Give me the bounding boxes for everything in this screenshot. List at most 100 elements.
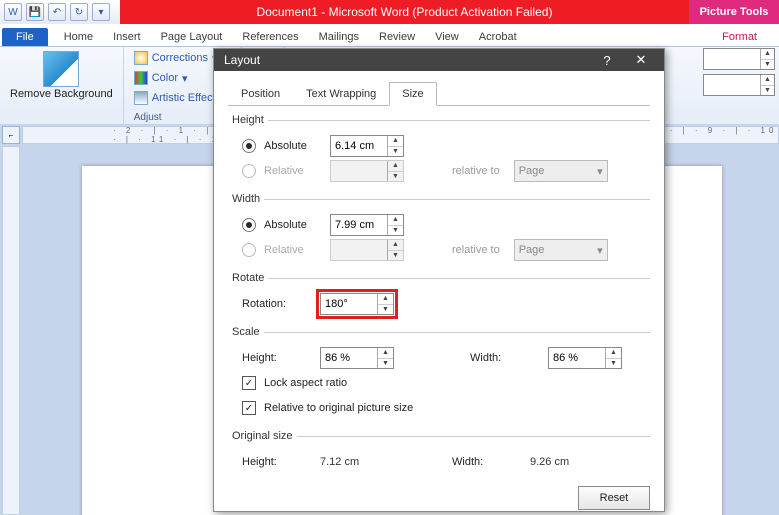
- undo-icon[interactable]: ↶: [48, 3, 66, 21]
- dialog-titlebar: Layout ? ✕: [214, 49, 664, 71]
- color-button[interactable]: Color ▾: [134, 71, 188, 85]
- ribbon-tabs: File Home Insert Page Layout References …: [0, 24, 779, 47]
- width-group: Width Absolute ▲▼ Relative ▲▼ relative t…: [228, 193, 650, 266]
- chevron-down-icon: ▾: [597, 165, 603, 178]
- scale-height-input[interactable]: [321, 348, 377, 368]
- width-relative-to-value: Page: [519, 244, 545, 256]
- vertical-ruler[interactable]: [2, 146, 20, 515]
- spin-down-icon: ▼: [388, 172, 403, 182]
- chevron-down-icon: ▾: [182, 72, 188, 85]
- tab-mailings[interactable]: Mailings: [309, 28, 369, 46]
- corrections-label: Corrections: [152, 52, 208, 64]
- help-button[interactable]: ?: [590, 49, 624, 71]
- redo-icon[interactable]: ↻: [70, 3, 88, 21]
- height-absolute-radio[interactable]: [242, 139, 256, 153]
- height-relative-spinner: ▲▼: [330, 160, 404, 182]
- tab-size[interactable]: Size: [389, 82, 436, 106]
- rotation-spinner[interactable]: ▲▼: [320, 293, 394, 315]
- spin-down-icon[interactable]: ▼: [606, 359, 621, 369]
- width-absolute-input[interactable]: [331, 215, 387, 235]
- lock-aspect-ratio-label: Lock aspect ratio: [264, 377, 347, 389]
- spin-up-icon[interactable]: ▲: [606, 348, 621, 359]
- spin-up-icon[interactable]: ▲: [388, 136, 403, 147]
- tab-view[interactable]: View: [425, 28, 469, 46]
- color-label: Color: [152, 72, 178, 84]
- tab-acrobat[interactable]: Acrobat: [469, 28, 527, 46]
- height-relative-input: [331, 161, 387, 181]
- spin-down-icon[interactable]: ▼: [388, 147, 403, 157]
- scale-legend: Scale: [228, 326, 264, 338]
- width-legend: Width: [228, 193, 264, 205]
- width-spinner[interactable]: ▲▼: [703, 74, 775, 96]
- tab-format[interactable]: Format: [712, 28, 767, 46]
- spin-up-icon: ▲: [388, 240, 403, 251]
- close-button[interactable]: ✕: [624, 49, 658, 71]
- size-spinners: ▲▼ ▲▼: [695, 48, 779, 96]
- reset-button[interactable]: Reset: [578, 486, 650, 510]
- height-spinner[interactable]: ▲▼: [703, 48, 775, 70]
- width-spinner-input[interactable]: [704, 75, 760, 95]
- spin-down-icon[interactable]: ▼: [388, 226, 403, 236]
- tab-references[interactable]: References: [232, 28, 308, 46]
- height-absolute-input[interactable]: [331, 136, 387, 156]
- tab-page-layout[interactable]: Page Layout: [151, 28, 233, 46]
- height-absolute-spinner[interactable]: ▲▼: [330, 135, 404, 157]
- file-tab[interactable]: File: [2, 28, 48, 46]
- lock-aspect-ratio-checkbox[interactable]: ✓: [242, 376, 256, 390]
- orig-width-label: Width:: [452, 456, 522, 468]
- spin-down-icon[interactable]: ▼: [378, 305, 393, 315]
- tab-insert[interactable]: Insert: [103, 28, 151, 46]
- width-absolute-radio[interactable]: [242, 218, 256, 232]
- width-relative-radio: [242, 243, 256, 257]
- spin-down-icon[interactable]: ▼: [378, 359, 393, 369]
- scale-height-label: Height:: [242, 352, 312, 364]
- rotation-input[interactable]: [321, 294, 377, 314]
- scale-width-input[interactable]: [549, 348, 605, 368]
- width-relative-to-label: relative to: [452, 244, 500, 256]
- height-group: Height Absolute ▲▼ Relative ▲▼ relative …: [228, 114, 650, 187]
- scale-width-label: Width:: [470, 352, 540, 364]
- rotate-legend: Rotate: [228, 272, 268, 284]
- scale-height-spinner[interactable]: ▲▼: [320, 347, 394, 369]
- scale-width-spinner[interactable]: ▲▼: [548, 347, 622, 369]
- qat-customize-icon[interactable]: ▾: [92, 3, 110, 21]
- spin-up-icon[interactable]: ▲: [761, 49, 774, 60]
- tab-home[interactable]: Home: [54, 28, 103, 46]
- corrections-icon: [134, 51, 148, 65]
- width-absolute-label: Absolute: [264, 219, 322, 231]
- tab-review[interactable]: Review: [369, 28, 425, 46]
- orig-height-value: 7.12 cm: [320, 456, 390, 468]
- spin-up-icon[interactable]: ▲: [378, 348, 393, 359]
- spin-down-icon[interactable]: ▼: [761, 86, 774, 96]
- tab-position[interactable]: Position: [228, 82, 293, 106]
- spin-up-icon[interactable]: ▲: [378, 294, 393, 305]
- width-relative-input: [331, 240, 387, 260]
- spin-up-icon[interactable]: ▲: [761, 75, 774, 86]
- spin-up-icon[interactable]: ▲: [388, 215, 403, 226]
- corrections-button[interactable]: Corrections▾: [134, 51, 218, 65]
- chevron-down-icon: ▾: [597, 244, 603, 257]
- color-icon: [134, 71, 148, 85]
- width-relative-to-dropdown: Page ▾: [514, 239, 608, 261]
- remove-background-button[interactable]: Remove Background: [10, 51, 113, 100]
- picture-tools-contextual-tab: Picture Tools: [689, 0, 779, 24]
- artistic-effects-label: Artistic Effects: [152, 92, 221, 104]
- remove-background-label: Remove Background: [10, 89, 113, 100]
- height-relative-to-dropdown: Page ▾: [514, 160, 608, 182]
- dialog-title: Layout: [224, 53, 260, 67]
- orig-height-label: Height:: [242, 456, 312, 468]
- width-absolute-spinner[interactable]: ▲▼: [330, 214, 404, 236]
- artistic-effects-icon: [134, 91, 148, 105]
- layout-dialog: Layout ? ✕ Position Text Wrapping Size H…: [213, 48, 665, 512]
- relative-to-original-checkbox[interactable]: ✓: [242, 401, 256, 415]
- height-spinner-input[interactable]: [704, 49, 760, 69]
- original-size-legend: Original size: [228, 430, 297, 442]
- ruler-corner[interactable]: ⌐: [2, 126, 20, 144]
- tab-text-wrapping[interactable]: Text Wrapping: [293, 82, 389, 106]
- save-icon[interactable]: 💾: [26, 3, 44, 21]
- word-app-icon[interactable]: W: [4, 3, 22, 21]
- quick-access-toolbar: W 💾 ↶ ↻ ▾: [0, 3, 110, 21]
- spin-down-icon[interactable]: ▼: [761, 60, 774, 70]
- height-relative-to-value: Page: [519, 165, 545, 177]
- width-relative-spinner: ▲▼: [330, 239, 404, 261]
